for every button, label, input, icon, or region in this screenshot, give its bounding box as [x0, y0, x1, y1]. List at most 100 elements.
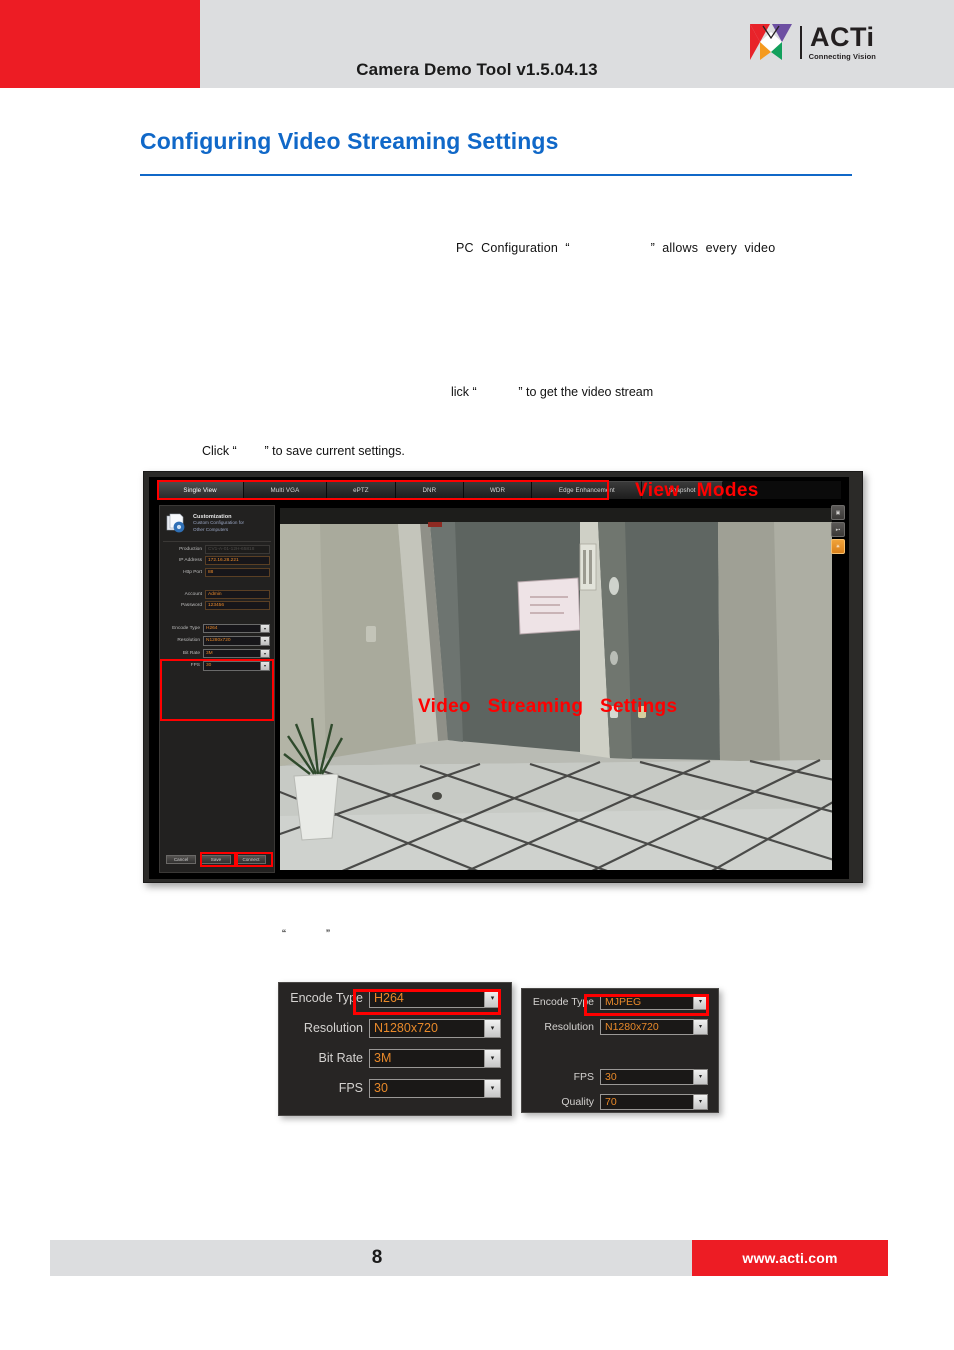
documents-gear-icon: [165, 513, 189, 535]
cancel-button[interactable]: Cancel: [166, 855, 196, 864]
chevron-down-icon[interactable]: ▾: [694, 1018, 708, 1035]
chevron-down-icon[interactable]: ▾: [694, 993, 708, 1010]
select-label: Encode Type: [172, 625, 200, 631]
settings-icon[interactable]: ✳: [831, 539, 845, 554]
footer-url[interactable]: www.acti.com: [692, 1240, 888, 1276]
select-value[interactable]: 3M: [369, 1048, 485, 1068]
select-label: Bit Rate: [182, 650, 200, 656]
h264-settings-dialog: Encode Type H264 ▾ Resolution N1280x720 …: [278, 982, 512, 1116]
dialog-row-bit-rate[interactable]: Bit Rate 3M ▾: [279, 1043, 511, 1073]
chevron-down-icon[interactable]: ▾: [485, 988, 501, 1008]
chevron-down-icon[interactable]: ▾: [694, 1068, 708, 1085]
select-control[interactable]: H264 ▾: [203, 623, 270, 633]
row-label: Resolution: [303, 1021, 363, 1035]
field-label: Account: [184, 591, 202, 597]
panel-subtitle-1: Custom Configuration for: [193, 520, 245, 526]
select-value[interactable]: N1280x720: [369, 1018, 485, 1038]
row-label: FPS: [573, 1070, 594, 1083]
chevron-down-icon[interactable]: ▾: [261, 636, 270, 646]
video-viewport[interactable]: Video Streaming Settings: [277, 505, 835, 873]
field-label: IP Address: [178, 558, 202, 563]
field-value[interactable]: 88: [205, 567, 270, 577]
select-fps[interactable]: FPS 30 ▾: [164, 661, 270, 671]
paragraph-2: lick “ ” to get the video stream: [451, 385, 654, 399]
acti-butterfly-icon: [749, 22, 793, 62]
tab-eptz[interactable]: ePTZ: [326, 481, 397, 499]
panel-header-text: Customization Custom Configuration for O…: [193, 514, 244, 533]
camera-icon[interactable]: ▣: [831, 505, 845, 520]
select-value[interactable]: MJPEG: [600, 993, 694, 1010]
select-value[interactable]: 3M: [203, 648, 261, 658]
select-label: FPS: [190, 663, 200, 669]
tab-label: Single View: [183, 487, 217, 494]
select-value[interactable]: H264: [369, 988, 485, 1008]
tab-label: Multi VGA: [270, 487, 300, 494]
highlight-box-save: [200, 852, 236, 867]
tab-dnr[interactable]: DNR: [396, 481, 464, 499]
chevron-down-icon[interactable]: ▾: [261, 648, 270, 658]
select-encode-type[interactable]: Encode Type H264 ▾: [164, 623, 270, 633]
select-control[interactable]: 3M ▾: [203, 648, 270, 658]
field-ip-address[interactable]: IP Address 172.16.28.221: [164, 556, 270, 565]
quality-select[interactable]: 70 ▾: [600, 1093, 708, 1110]
select-value[interactable]: 70: [600, 1093, 694, 1110]
play-pause-icon[interactable]: ▸▪: [831, 522, 845, 537]
chevron-down-icon[interactable]: ▾: [261, 661, 270, 671]
encode-type-select[interactable]: H264 ▾: [369, 988, 501, 1008]
select-control[interactable]: N1280x720 ▾: [203, 636, 270, 646]
side-toolbar: ▣ ▸▪ ✳: [831, 505, 845, 556]
dialog-row-fps[interactable]: FPS 30 ▾: [279, 1073, 511, 1103]
field-value[interactable]: 123456: [205, 601, 270, 610]
tab-wdr[interactable]: WDR: [463, 481, 533, 499]
tab-edge-enhancement[interactable]: Edge Enhancement: [532, 481, 643, 499]
row-label: Encode Type: [532, 995, 594, 1008]
chevron-down-icon[interactable]: ▾: [694, 1093, 708, 1110]
logo-wordmark: ACTi Connecting Vision: [808, 23, 876, 61]
bit-rate-select[interactable]: 3M ▾: [369, 1048, 501, 1068]
resolution-select[interactable]: N1280x720 ▾: [369, 1018, 501, 1038]
select-resolution[interactable]: Resolution N1280x720 ▾: [164, 636, 270, 646]
select-value[interactable]: H264: [203, 623, 261, 633]
field-label: Http Port: [183, 569, 202, 575]
field-value[interactable]: Admin: [205, 589, 270, 599]
panel-spacer-2: [160, 613, 274, 621]
dialog-row-encode-type[interactable]: Encode Type H264 ▾: [279, 983, 511, 1013]
fps-select[interactable]: 30 ▾: [369, 1078, 501, 1098]
select-control[interactable]: 30 ▾: [203, 661, 270, 671]
panel-subtitle-2: Other Computers: [193, 527, 229, 532]
select-value[interactable]: 30: [369, 1078, 485, 1098]
field-value[interactable]: 172.16.28.221: [205, 556, 270, 565]
select-value[interactable]: N1280x720: [203, 636, 261, 646]
camera-demo-tool-screenshot: Single View Multi VGA ePTZ DNR WDR Edge …: [143, 471, 863, 883]
paragraph-3: Click “ ” to save current settings.: [202, 444, 405, 458]
field-account[interactable]: Account Admin: [164, 589, 270, 599]
select-label: Resolution: [177, 638, 200, 644]
tab-label: WDR: [489, 487, 506, 494]
chevron-down-icon[interactable]: ▾: [485, 1078, 501, 1098]
fps-select[interactable]: 30 ▾: [600, 1068, 708, 1085]
select-value[interactable]: 30: [203, 661, 261, 671]
select-value[interactable]: 30: [600, 1068, 694, 1085]
dialog-row-resolution[interactable]: Resolution N1280x720 ▾: [522, 1014, 718, 1039]
dialog-row-quality[interactable]: Quality 70 ▾: [522, 1089, 718, 1114]
page-title: Configuring Video Streaming Settings: [140, 128, 559, 154]
chevron-down-icon[interactable]: ▾: [261, 623, 270, 633]
tab-multi-vga[interactable]: Multi VGA: [244, 481, 327, 499]
select-value[interactable]: N1280x720: [600, 1018, 694, 1035]
dialog-row-encode-type[interactable]: Encode Type MJPEG ▾: [522, 989, 718, 1014]
dialog-row-fps[interactable]: FPS 30 ▾: [522, 1064, 718, 1089]
tab-single-view[interactable]: Single View: [157, 481, 245, 499]
app-window: Single View Multi VGA ePTZ DNR WDR Edge …: [149, 477, 849, 879]
paragraph-1: PC Configuration “ ” allows every video: [456, 241, 776, 255]
field-password[interactable]: Password 123456: [164, 601, 270, 610]
chevron-down-icon[interactable]: ▾: [485, 1018, 501, 1038]
resolution-select[interactable]: N1280x720 ▾: [600, 1018, 708, 1035]
customization-panel: Customization Custom Configuration for O…: [159, 505, 275, 873]
logo-tagline: Connecting Vision: [808, 51, 876, 61]
chevron-down-icon[interactable]: ▾: [485, 1048, 501, 1068]
select-bit-rate[interactable]: Bit Rate 3M ▾: [164, 648, 270, 658]
highlight-box-connect: [236, 852, 273, 867]
encode-type-select[interactable]: MJPEG ▾: [600, 993, 708, 1010]
dialog-row-resolution[interactable]: Resolution N1280x720 ▾: [279, 1013, 511, 1043]
field-http-port[interactable]: Http Port 88: [164, 567, 270, 577]
